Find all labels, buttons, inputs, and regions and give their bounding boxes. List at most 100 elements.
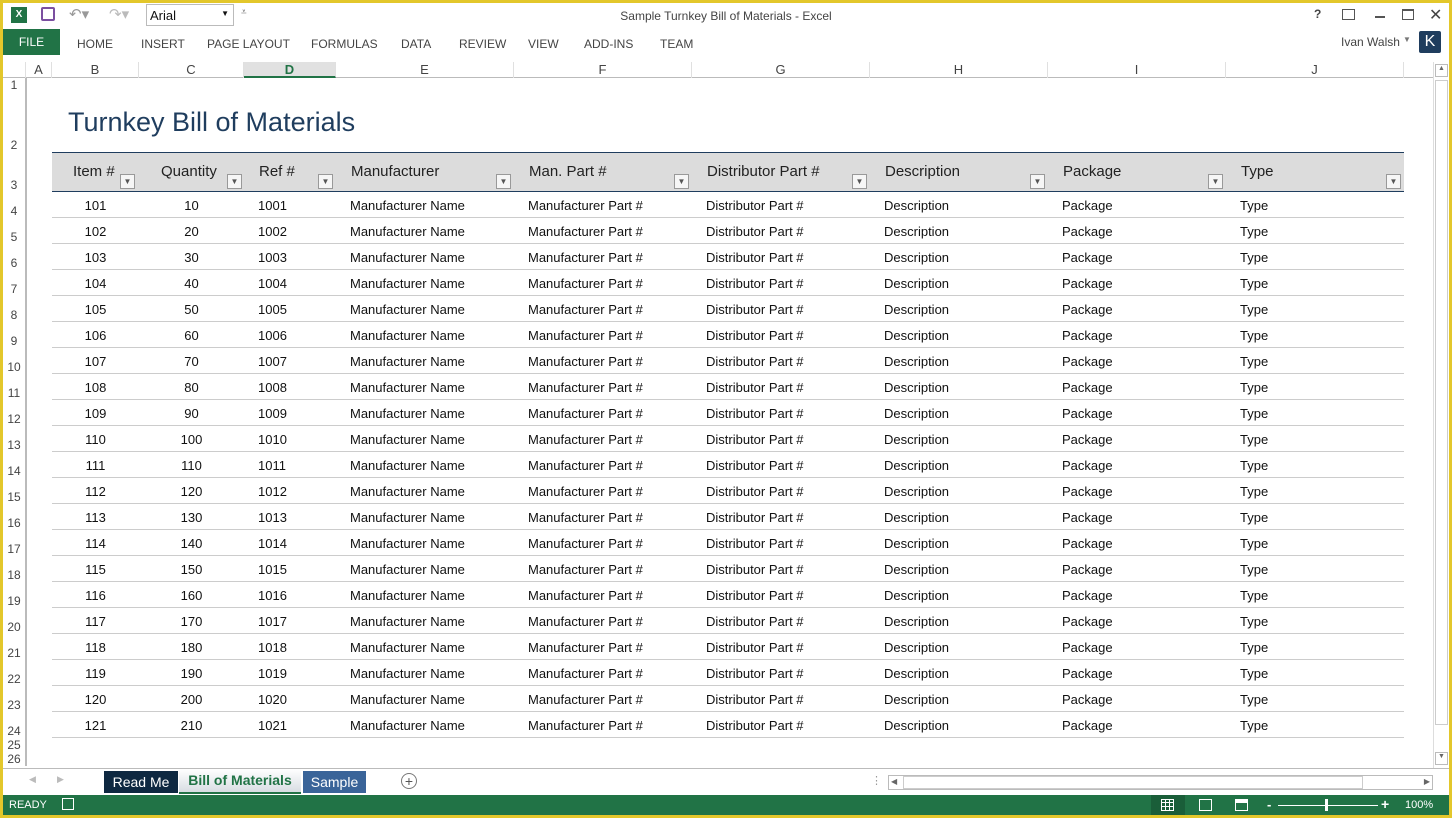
quantity-cell[interactable]: 200: [139, 692, 244, 707]
zoom-slider[interactable]: [1278, 805, 1378, 806]
zoom-out-icon[interactable]: -: [1267, 797, 1271, 812]
item-cell[interactable]: 109: [52, 406, 139, 421]
type-cell[interactable]: Type: [1240, 640, 1268, 655]
man-part-cell[interactable]: Manufacturer Part #: [528, 406, 643, 421]
item-cell[interactable]: 121: [52, 718, 139, 733]
distributor-part-cell[interactable]: Distributor Part #: [706, 536, 804, 551]
filter-dropdown-icon[interactable]: ▼: [496, 174, 511, 189]
column-header-i[interactable]: I: [1048, 62, 1226, 78]
row-header-16[interactable]: 16: [3, 504, 26, 530]
package-cell[interactable]: Package: [1062, 432, 1113, 447]
quantity-cell[interactable]: 10: [139, 198, 244, 213]
distributor-part-cell[interactable]: Distributor Part #: [706, 224, 804, 239]
ref-cell[interactable]: 1009: [258, 406, 287, 421]
type-cell[interactable]: Type: [1240, 354, 1268, 369]
add-sheet-icon[interactable]: +: [401, 773, 417, 789]
user-name[interactable]: Ivan Walsh: [1341, 35, 1400, 49]
man-part-cell[interactable]: Manufacturer Part #: [528, 380, 643, 395]
package-cell[interactable]: Package: [1062, 588, 1113, 603]
distributor-part-cell[interactable]: Distributor Part #: [706, 250, 804, 265]
type-cell[interactable]: Type: [1240, 302, 1268, 317]
package-cell[interactable]: Package: [1062, 354, 1113, 369]
item-cell[interactable]: 111: [52, 458, 139, 473]
manufacturer-cell[interactable]: Manufacturer Name: [350, 432, 465, 447]
row-header-18[interactable]: 18: [3, 556, 26, 582]
ref-cell[interactable]: 1011: [258, 458, 286, 473]
distributor-part-cell[interactable]: Distributor Part #: [706, 666, 804, 681]
distributor-part-cell[interactable]: Distributor Part #: [706, 276, 804, 291]
item-cell[interactable]: 115: [52, 562, 139, 577]
man-part-cell[interactable]: Manufacturer Part #: [528, 666, 643, 681]
row-header-7[interactable]: 7: [3, 270, 26, 296]
quantity-cell[interactable]: 70: [139, 354, 244, 369]
column-header-j[interactable]: J: [1226, 62, 1404, 78]
column-header-b[interactable]: B: [52, 62, 139, 78]
tab-insert[interactable]: INSERT: [141, 37, 185, 51]
manufacturer-cell[interactable]: Manufacturer Name: [350, 640, 465, 655]
tab-review[interactable]: REVIEW: [459, 37, 506, 51]
type-cell[interactable]: Type: [1240, 406, 1268, 421]
distributor-part-cell[interactable]: Distributor Part #: [706, 406, 804, 421]
manufacturer-cell[interactable]: Manufacturer Name: [350, 536, 465, 551]
distributor-part-cell[interactable]: Distributor Part #: [706, 328, 804, 343]
column-header-f[interactable]: F: [514, 62, 692, 78]
type-cell[interactable]: Type: [1240, 250, 1268, 265]
manufacturer-cell[interactable]: Manufacturer Name: [350, 484, 465, 499]
manufacturer-cell[interactable]: Manufacturer Name: [350, 354, 465, 369]
manufacturer-cell[interactable]: Manufacturer Name: [350, 380, 465, 395]
scroll-down-icon[interactable]: ▼: [1435, 752, 1448, 765]
zoom-level[interactable]: 100%: [1405, 799, 1433, 811]
filter-dropdown-icon[interactable]: ▼: [120, 174, 135, 189]
filter-dropdown-icon[interactable]: ▼: [1030, 174, 1045, 189]
row-header-17[interactable]: 17: [3, 530, 26, 556]
description-cell[interactable]: Description: [884, 354, 949, 369]
ref-cell[interactable]: 1001: [258, 198, 287, 213]
column-header-c[interactable]: C: [139, 62, 244, 78]
description-cell[interactable]: Description: [884, 666, 949, 681]
distributor-part-cell[interactable]: Distributor Part #: [706, 692, 804, 707]
manufacturer-cell[interactable]: Manufacturer Name: [350, 692, 465, 707]
package-cell[interactable]: Package: [1062, 484, 1113, 499]
sheet-tab-read-me[interactable]: Read Me: [104, 771, 178, 793]
type-cell[interactable]: Type: [1240, 458, 1268, 473]
manufacturer-cell[interactable]: Manufacturer Name: [350, 458, 465, 473]
package-cell[interactable]: Package: [1062, 692, 1113, 707]
man-part-cell[interactable]: Manufacturer Part #: [528, 484, 643, 499]
item-cell[interactable]: 108: [52, 380, 139, 395]
ref-cell[interactable]: 1013: [258, 510, 287, 525]
column-header-a[interactable]: A: [26, 62, 52, 78]
type-cell[interactable]: Type: [1240, 666, 1268, 681]
quantity-cell[interactable]: 50: [139, 302, 244, 317]
filter-dropdown-icon[interactable]: ▼: [1386, 174, 1401, 189]
man-part-cell[interactable]: Manufacturer Part #: [528, 510, 643, 525]
package-cell[interactable]: Package: [1062, 562, 1113, 577]
ref-cell[interactable]: 1003: [258, 250, 287, 265]
ref-cell[interactable]: 1010: [258, 432, 287, 447]
item-cell[interactable]: 118: [52, 640, 139, 655]
avatar[interactable]: K: [1419, 31, 1441, 53]
man-part-cell[interactable]: Manufacturer Part #: [528, 718, 643, 733]
item-cell[interactable]: 120: [52, 692, 139, 707]
distributor-part-cell[interactable]: Distributor Part #: [706, 562, 804, 577]
ref-cell[interactable]: 1018: [258, 640, 287, 655]
description-cell[interactable]: Description: [884, 510, 949, 525]
ref-cell[interactable]: 1012: [258, 484, 287, 499]
item-cell[interactable]: 107: [52, 354, 139, 369]
quantity-cell[interactable]: 130: [139, 510, 244, 525]
row-header-19[interactable]: 19: [3, 582, 26, 608]
ref-cell[interactable]: 1017: [258, 614, 287, 629]
description-cell[interactable]: Description: [884, 250, 949, 265]
split-handle-icon[interactable]: ⋮: [871, 774, 882, 787]
ref-cell[interactable]: 1015: [258, 562, 287, 577]
type-cell[interactable]: Type: [1240, 588, 1268, 603]
vertical-scrollbar[interactable]: ▲ ▼: [1433, 62, 1449, 768]
description-cell[interactable]: Description: [884, 406, 949, 421]
package-cell[interactable]: Package: [1062, 328, 1113, 343]
type-cell[interactable]: Type: [1240, 510, 1268, 525]
description-cell[interactable]: Description: [884, 380, 949, 395]
zoom-in-icon[interactable]: +: [1381, 796, 1389, 812]
quantity-cell[interactable]: 180: [139, 640, 244, 655]
scroll-right-icon[interactable]: ▶: [1424, 777, 1430, 786]
man-part-cell[interactable]: Manufacturer Part #: [528, 198, 643, 213]
page-break-view-icon[interactable]: [1235, 799, 1248, 811]
